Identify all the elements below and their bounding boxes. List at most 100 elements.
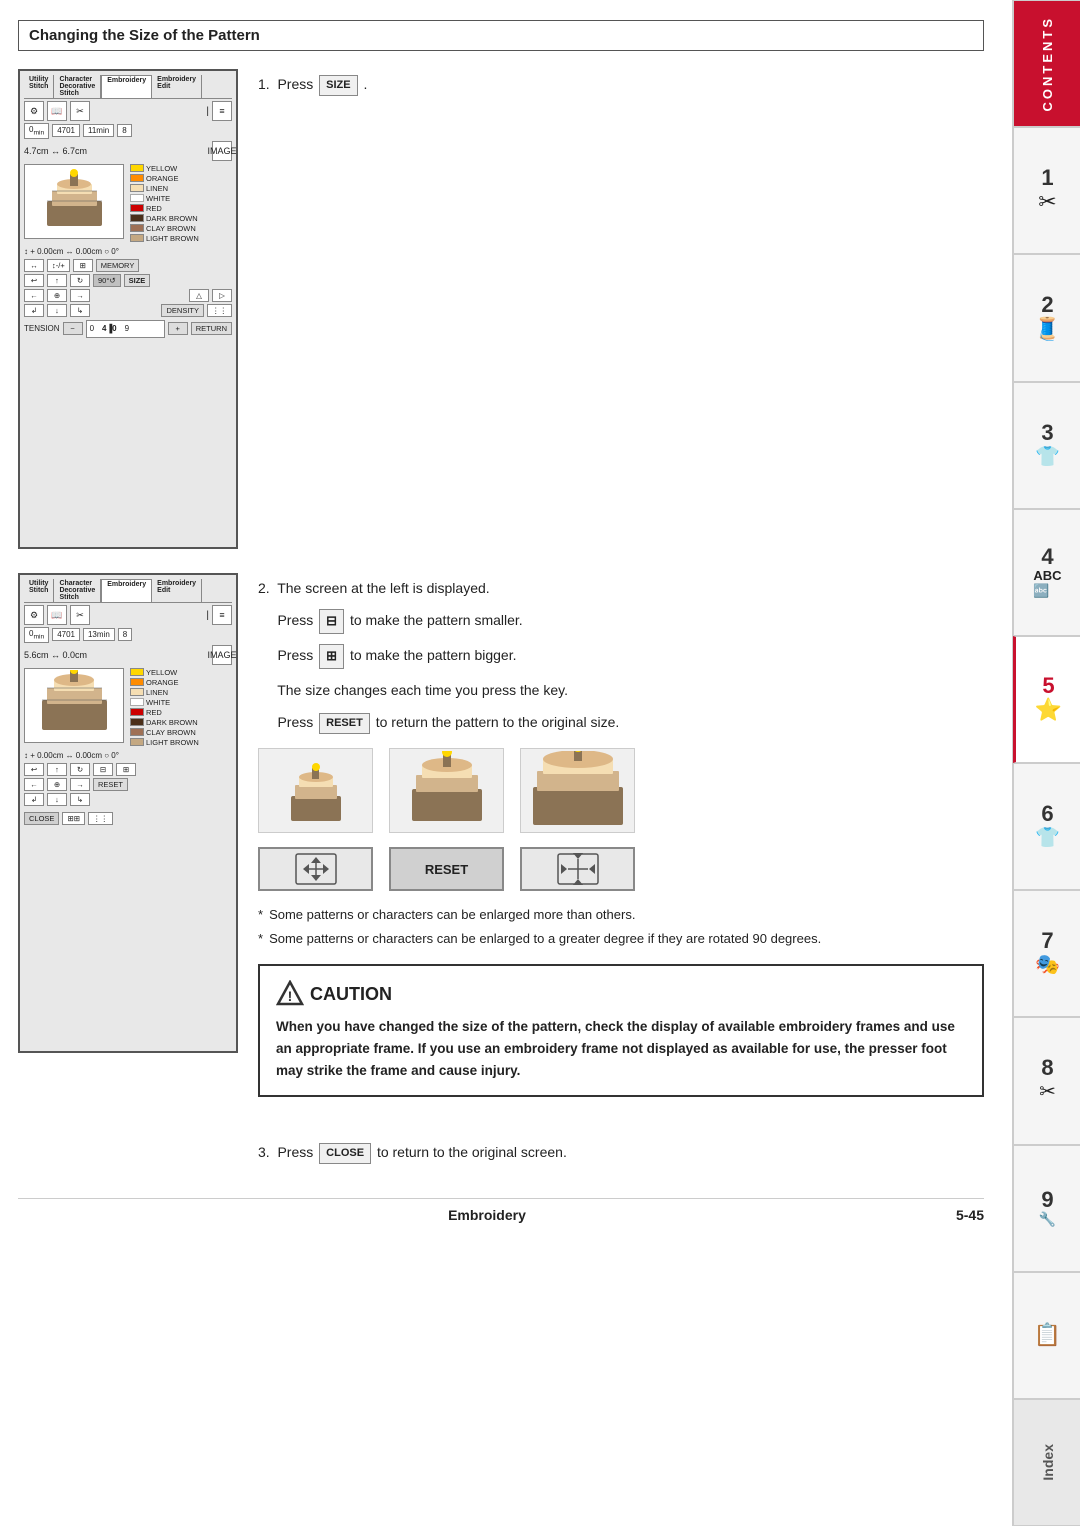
screen-btn-up[interactable]: ↑ <box>47 274 67 287</box>
screen2-tab-character[interactable]: CharacterDecorativeStitch <box>54 579 101 602</box>
step2-row: UtilityStitch CharacterDecorativeStitch … <box>18 573 984 1113</box>
enlarge-btn-icon <box>553 849 603 889</box>
screen2-image-btn[interactable]: IMAGE <box>212 645 232 665</box>
sidebar-tab-ch8[interactable]: 8 ✂ <box>1013 1017 1080 1144</box>
screen2-btn-frame[interactable]: ⋮⋮ <box>88 812 113 825</box>
screen-icon-sew[interactable]: ✂ <box>70 101 90 121</box>
screen2-btn-down[interactable]: ↓ <box>47 793 67 806</box>
sidebar-tab-ch6[interactable]: 6 👕 <box>1013 763 1080 890</box>
sidebar-tab-index[interactable]: Index <box>1013 1399 1080 1526</box>
screen2-icon-book[interactable]: 📖 <box>47 605 67 625</box>
screen2-tab-embroidery[interactable]: Embroidery <box>101 579 152 602</box>
screen-btn-combine[interactable]: ⊞ <box>73 259 93 272</box>
caution-title: ! CAUTION <box>276 980 966 1008</box>
enlarge-example-btn[interactable] <box>520 847 635 891</box>
step2-number: 2. <box>258 580 270 596</box>
sidebar-tab-ch5[interactable]: 5 ⭐ <box>1013 636 1080 763</box>
caution-label: CAUTION <box>310 984 392 1005</box>
screen2-btn-up[interactable]: ↑ <box>47 763 67 776</box>
caution-box: ! CAUTION When you have changed the size… <box>258 964 984 1097</box>
sidebar-tab-ch1[interactable]: 1 ✂ <box>1013 127 1080 254</box>
screen2-btn-rotate[interactable]: ↻ <box>70 763 90 776</box>
screen2-size-row: 5.6cm ↔ 0.0cm IMAGE <box>24 645 232 665</box>
ch5-number: 5 <box>1042 675 1054 697</box>
screen2-icon-settings[interactable]: ⚙ <box>24 605 44 625</box>
color2-claybrown: CLAY BROWN <box>130 728 210 737</box>
enlarge-button[interactable]: ⊞ <box>319 644 344 669</box>
ch3-icon: 👕 <box>1035 444 1060 469</box>
sidebar-tab-ch7[interactable]: 7 🎭 <box>1013 890 1080 1017</box>
screen2-position-row: ↕ + 0.00cm ↔ 0.00cm ○ 0° <box>24 751 232 760</box>
screen-tab-character[interactable]: CharacterDecorativeStitch <box>54 75 101 98</box>
screen2-tab-utility[interactable]: UtilityStitch <box>24 579 54 602</box>
screen-btn-memory[interactable]: MEMORY <box>96 259 140 272</box>
screen-btn-down[interactable]: ↓ <box>47 304 67 317</box>
screen-icon-menu[interactable]: ≡ <box>212 101 232 121</box>
screen-tab-embroidery[interactable]: Embroidery <box>101 75 152 98</box>
screen-btn-mirror[interactable]: ↔ <box>24 259 44 272</box>
screen-tab-edit[interactable]: EmbroideryEdit <box>152 75 202 98</box>
screen-btn-rotate[interactable]: ↻ <box>70 274 90 287</box>
size-button-label[interactable]: SIZE <box>319 75 357 97</box>
screen-btn-frame[interactable]: ⋮⋮ <box>207 304 232 317</box>
screen-count2: 8 <box>117 124 131 137</box>
screen-tab-utility[interactable]: UtilityStitch <box>24 75 54 98</box>
screen2-btn-left[interactable]: ← <box>24 778 44 791</box>
screen-icon-settings[interactable]: ⚙ <box>24 101 44 121</box>
screen-btn-size[interactable]: SIZE <box>124 274 151 287</box>
screen-btn-left[interactable]: ← <box>24 289 44 302</box>
screen2-btn-fwd[interactable]: ↳ <box>70 793 90 806</box>
bullet-star-2: * <box>258 929 263 949</box>
screen-btn-back-stitch[interactable]: ↲ <box>24 304 44 317</box>
screen2-nav-row3: ↲ ↓ ↳ <box>24 793 232 806</box>
screen-btn-next[interactable]: ↳ <box>70 304 90 317</box>
screen2-icon-sew[interactable]: ✂ <box>70 605 90 625</box>
screen-btn-trim-b[interactable]: ▷ <box>212 289 232 302</box>
close-button[interactable]: CLOSE <box>319 1143 371 1165</box>
step1-period: . <box>364 76 368 92</box>
sidebar-tab-ch3[interactable]: 3 👕 <box>1013 382 1080 509</box>
screen2-btn-right[interactable]: → <box>70 778 90 791</box>
tension-slider[interactable]: 04▐09 <box>86 320 165 338</box>
sidebar-tab-ch10[interactable]: 📋 <box>1013 1272 1080 1399</box>
screen-btn-90[interactable]: 90°↺ <box>93 274 121 287</box>
color2-linen: LINEN <box>130 688 210 697</box>
sidebar-tab-ch9[interactable]: 9 🔧 <box>1013 1145 1080 1272</box>
color-item-yellow: YELLOW <box>130 164 210 173</box>
screen2-btn-stitch-count[interactable]: ⊞⊞ <box>62 812 85 825</box>
reset-button-inline[interactable]: RESET <box>319 713 370 735</box>
screen2-icon-menu[interactable]: ≡ <box>212 605 232 625</box>
screen2-btn-enlarge[interactable]: ⊞ <box>116 763 136 776</box>
screen2-stitch-number: 4701 <box>52 628 80 641</box>
color2-yellow: YELLOW <box>130 668 210 677</box>
tension-minus[interactable]: − <box>63 322 83 335</box>
screen-btn-density[interactable]: DENSITY <box>161 304 204 317</box>
screen-image-btn-1[interactable]: IMAGE <box>212 141 232 161</box>
screen-btn-center[interactable]: ⊕ <box>47 289 67 302</box>
screen-btn-return[interactable]: RETURN <box>191 322 232 335</box>
screen2-btn-close[interactable]: CLOSE <box>24 812 59 825</box>
screen2-tab-edit[interactable]: EmbroideryEdit <box>152 579 202 602</box>
screen2-btn-center[interactable]: ⊕ <box>47 778 67 791</box>
screen-btn-right[interactable]: → <box>70 289 90 302</box>
screen-icon-book[interactable]: 📖 <box>47 101 67 121</box>
screen2-btn-flip[interactable]: ↩ <box>24 763 44 776</box>
screen2-btn-shrink[interactable]: ⊟ <box>93 763 113 776</box>
screen-btn-minus-plus[interactable]: ↕-/+ <box>47 259 70 272</box>
screen-btn-flip[interactable]: ↩ <box>24 274 44 287</box>
color-item-darkbrown: DARK BROWN <box>130 214 210 223</box>
reset-example-btn[interactable]: RESET <box>389 847 504 891</box>
shrink-example-btn[interactable] <box>258 847 373 891</box>
sidebar-tab-ch2[interactable]: 2 🧵 <box>1013 254 1080 381</box>
sidebar-tab-contents[interactable]: CONTENTS <box>1013 0 1080 127</box>
label2-linen: LINEN <box>146 688 168 697</box>
machine-screen-2: UtilityStitch CharacterDecorativeStitch … <box>18 573 238 1053</box>
screen-btn-trim-a[interactable]: △ <box>189 289 209 302</box>
shrink-button[interactable]: ⊟ <box>319 609 344 634</box>
tension-plus[interactable]: + <box>168 322 188 335</box>
screen2-btn-back[interactable]: ↲ <box>24 793 44 806</box>
sidebar-tab-ch4[interactable]: 4 ABC🔤 <box>1013 509 1080 636</box>
screen2-btn-reset[interactable]: RESET <box>93 778 128 791</box>
bullet-note-1: * Some patterns or characters can be enl… <box>258 905 984 925</box>
screen-tabs-2: UtilityStitch CharacterDecorativeStitch … <box>24 579 232 603</box>
